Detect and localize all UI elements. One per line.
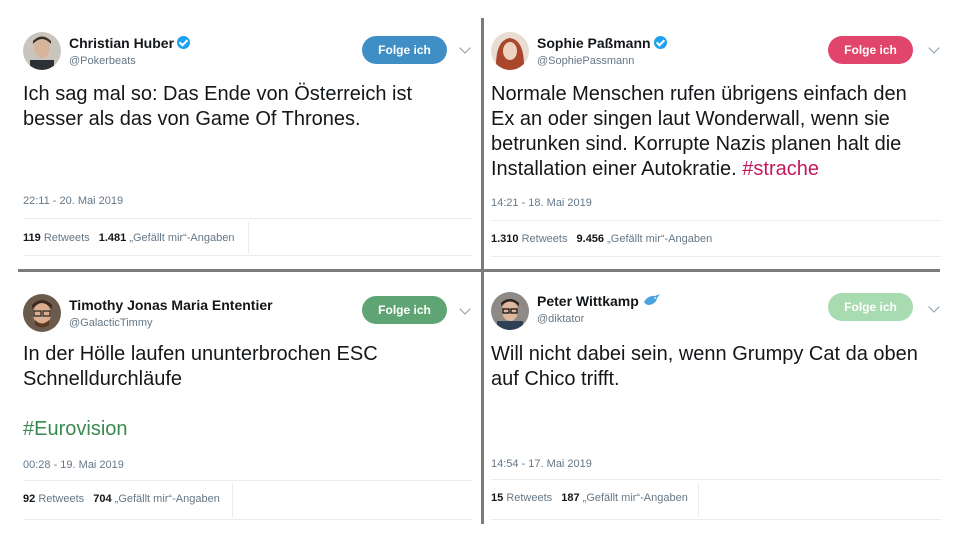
chevron-down-icon[interactable]: [459, 303, 471, 315]
hashtag-link[interactable]: #Eurovision: [23, 417, 463, 442]
like-count[interactable]: 9.456: [577, 233, 605, 245]
tweet-text: Ich sag mal so: Das Ende von Österreich …: [23, 82, 463, 132]
divider: [491, 220, 941, 221]
retweet-count[interactable]: 119: [23, 232, 41, 244]
user-handle[interactable]: @diktator: [537, 313, 584, 325]
tweet-card: Christian Huber @Pokerbeats Folge ich Ic…: [0, 0, 478, 272]
tweet-card: Timothy Jonas Maria Ententier @GalacticT…: [0, 272, 478, 544]
retweet-count[interactable]: 1.310: [491, 233, 519, 245]
grid-divider-horizontal: [18, 269, 940, 272]
chevron-down-icon[interactable]: [459, 42, 471, 54]
follow-button[interactable]: Folge ich: [828, 293, 913, 321]
user-name[interactable]: Timothy Jonas Maria Ententier: [69, 297, 273, 313]
divider: [23, 255, 473, 256]
tweet-timestamp[interactable]: 00:28 - 19. Mai 2019: [23, 459, 124, 471]
tweet-text-body: Normale Menschen rufen übrigens einfach …: [491, 83, 907, 180]
retweet-label[interactable]: Retweets: [44, 232, 90, 244]
tweet-text-body: Ich sag mal so: Das Ende von Österreich …: [23, 83, 413, 130]
like-label[interactable]: „Gefällt mir“-Angaben: [607, 233, 712, 245]
like-count[interactable]: 1.481: [99, 232, 127, 244]
user-name-text[interactable]: Peter Wittkamp: [537, 293, 639, 309]
tweet-stats: 119 Retweets 1.481 „Gefällt mir“-Angaben: [23, 232, 234, 244]
follow-button[interactable]: Folge ich: [828, 36, 913, 64]
chevron-down-icon[interactable]: [928, 301, 940, 313]
tweet-stats: 1.310 Retweets 9.456 „Gefällt mir“-Angab…: [491, 233, 712, 245]
stats-divider: [698, 483, 699, 517]
like-label[interactable]: „Gefällt mir“-Angaben: [115, 493, 220, 505]
user-name-text[interactable]: Sophie Paßmann: [537, 35, 651, 51]
tweet-text-body: In der Hölle laufen ununterbrochen ESC S…: [23, 343, 378, 390]
user-handle[interactable]: @GalacticTimmy: [69, 317, 152, 329]
stats-divider: [232, 484, 233, 518]
verified-icon: [177, 36, 191, 49]
bird-emoji-icon: [643, 294, 660, 305]
user-name[interactable]: Peter Wittkamp: [537, 293, 661, 309]
divider: [23, 480, 473, 481]
divider: [23, 519, 473, 520]
tweet-stats: 92 Retweets 704 „Gefällt mir“-Angaben: [23, 493, 220, 505]
user-handle[interactable]: @Pokerbeats: [69, 55, 136, 67]
tweet-timestamp[interactable]: 14:54 - 17. Mai 2019: [491, 458, 592, 470]
avatar[interactable]: [23, 32, 61, 70]
avatar[interactable]: [491, 292, 529, 330]
tweet-timestamp[interactable]: 14:21 - 18. Mai 2019: [491, 197, 592, 209]
divider: [491, 479, 941, 480]
tweet-text: Will nicht dabei sein, wenn Grumpy Cat d…: [491, 342, 931, 392]
retweet-label[interactable]: Retweets: [38, 493, 84, 505]
tweet-card: Peter Wittkamp @diktator Folge ich Will …: [482, 272, 960, 544]
user-name[interactable]: Christian Huber: [69, 35, 191, 51]
retweet-label[interactable]: Retweets: [522, 233, 568, 245]
verified-icon: [653, 36, 667, 49]
tweet-text: Normale Menschen rufen übrigens einfach …: [491, 82, 931, 182]
user-name[interactable]: Sophie Paßmann: [537, 35, 667, 51]
user-name-text[interactable]: Christian Huber: [69, 35, 174, 51]
tweet-text-body: Will nicht dabei sein, wenn Grumpy Cat d…: [491, 343, 918, 390]
avatar[interactable]: [23, 294, 61, 332]
divider: [23, 218, 473, 219]
divider: [491, 519, 941, 520]
like-label[interactable]: „Gefällt mir“-Angaben: [129, 232, 234, 244]
tweet-stats: 15 Retweets 187 „Gefällt mir“-Angaben: [491, 492, 688, 504]
follow-button[interactable]: Folge ich: [362, 36, 447, 64]
follow-button[interactable]: Folge ich: [362, 296, 447, 324]
like-count[interactable]: 187: [561, 492, 579, 504]
like-count[interactable]: 704: [93, 493, 111, 505]
like-label[interactable]: „Gefällt mir“-Angaben: [583, 492, 688, 504]
retweet-label[interactable]: Retweets: [506, 492, 552, 504]
hashtag-link[interactable]: #strache: [742, 158, 819, 180]
retweet-count[interactable]: 15: [491, 492, 503, 504]
tweet-timestamp[interactable]: 22:11 - 20. Mai 2019: [23, 195, 123, 207]
stats-divider: [248, 222, 249, 254]
chevron-down-icon[interactable]: [928, 42, 940, 54]
avatar[interactable]: [491, 32, 529, 70]
divider: [491, 256, 941, 257]
tweet-card: Sophie Paßmann @SophiePassmann Folge ich…: [482, 0, 960, 272]
retweet-count[interactable]: 92: [23, 493, 35, 505]
user-handle[interactable]: @SophiePassmann: [537, 55, 634, 67]
tweet-text: In der Hölle laufen ununterbrochen ESC S…: [23, 342, 463, 442]
